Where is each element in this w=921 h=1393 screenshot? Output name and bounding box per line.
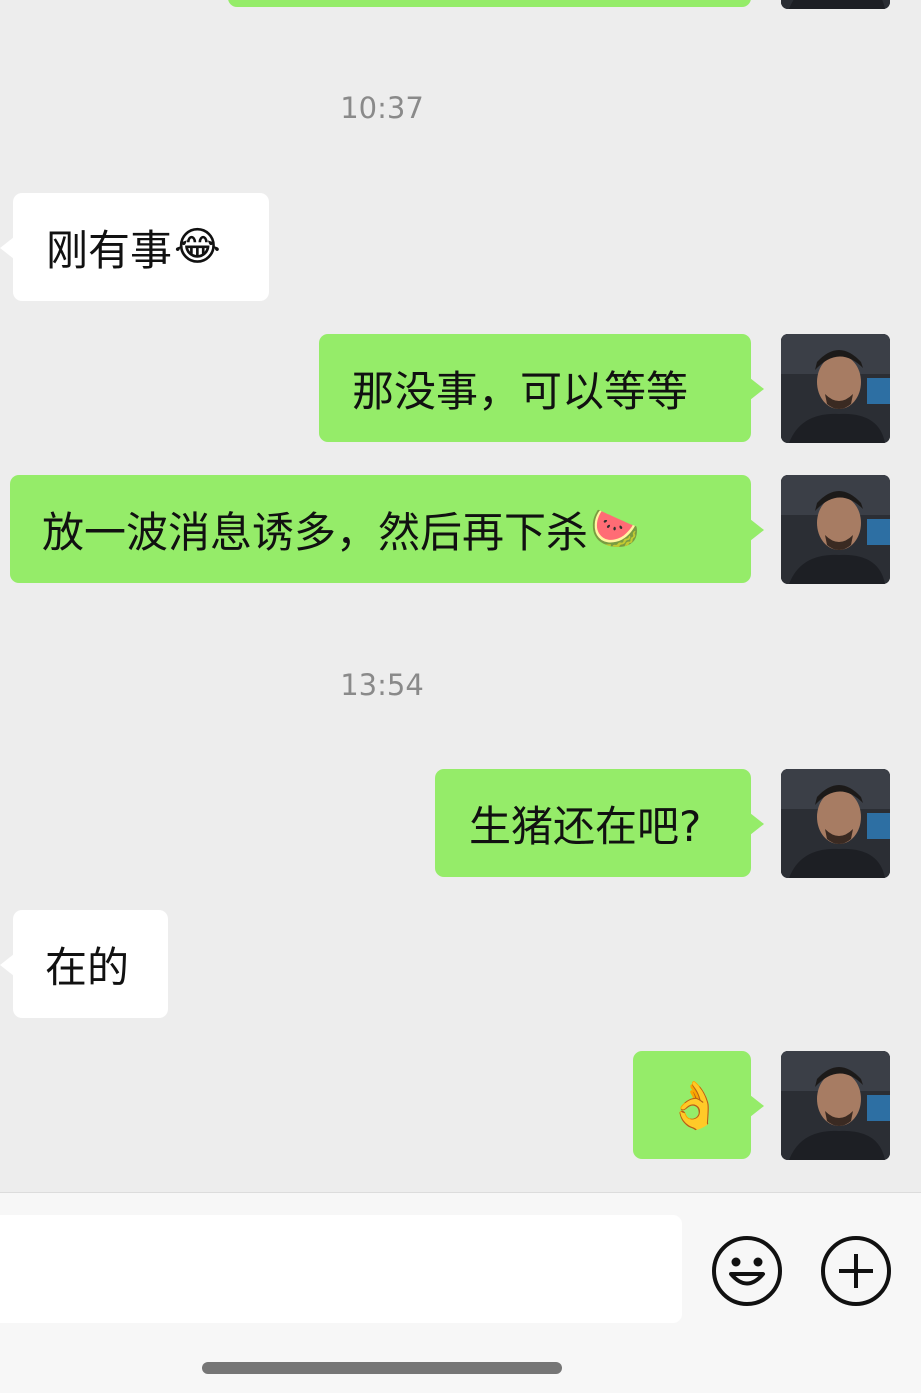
smiley-face-icon — [712, 1236, 782, 1306]
message-bubble-outgoing[interactable]: 放一波消息诱多，然后再下杀 🍉 — [10, 475, 764, 583]
user-avatar[interactable] — [781, 475, 890, 584]
eating-watermelon-emoji-icon: 🍉 — [590, 506, 640, 552]
ok-hand-emoji-icon: 👌 — [666, 1078, 724, 1132]
message-bubble-incoming[interactable]: 刚有事 😂 — [0, 193, 269, 301]
more-options-button[interactable] — [820, 1235, 892, 1307]
emoji-button[interactable] — [711, 1235, 783, 1307]
user-avatar[interactable] — [781, 334, 890, 443]
message-bubble-incoming[interactable]: 在的 — [0, 910, 168, 1018]
tears-of-joy-emoji-icon: 😂 — [174, 224, 221, 270]
plus-circle-icon — [821, 1236, 891, 1306]
message-bubble-outgoing[interactable]: 生猪还在吧? — [435, 769, 764, 877]
chat-input-bar — [0, 1192, 921, 1393]
message-text: 放一波消息诱多，然后再下杀 — [42, 507, 589, 557]
message-text: 在的 — [45, 942, 130, 992]
user-avatar[interactable] — [781, 0, 890, 9]
message-text: 那没事，可以等等 — [352, 366, 689, 416]
user-avatar[interactable] — [781, 769, 890, 878]
message-bubble-partial[interactable] — [228, 0, 751, 7]
message-bubble-outgoing[interactable]: 👌 — [633, 1051, 764, 1159]
home-indicator-bar[interactable] — [202, 1362, 562, 1374]
message-text: 刚有事 — [46, 225, 173, 275]
timestamp: 13:54 — [340, 668, 424, 702]
user-avatar[interactable] — [781, 1051, 890, 1160]
chat-message-list[interactable]: 10:37 刚有事 😂 那没事，可以等等 放一波消息诱多，然后再下杀 🍉 13:54… — [0, 0, 921, 1192]
message-text: 生猪还在吧? — [469, 801, 702, 851]
timestamp: 10:37 — [340, 91, 424, 125]
message-bubble-outgoing[interactable]: 那没事，可以等等 — [319, 334, 764, 442]
message-input[interactable] — [0, 1215, 682, 1323]
